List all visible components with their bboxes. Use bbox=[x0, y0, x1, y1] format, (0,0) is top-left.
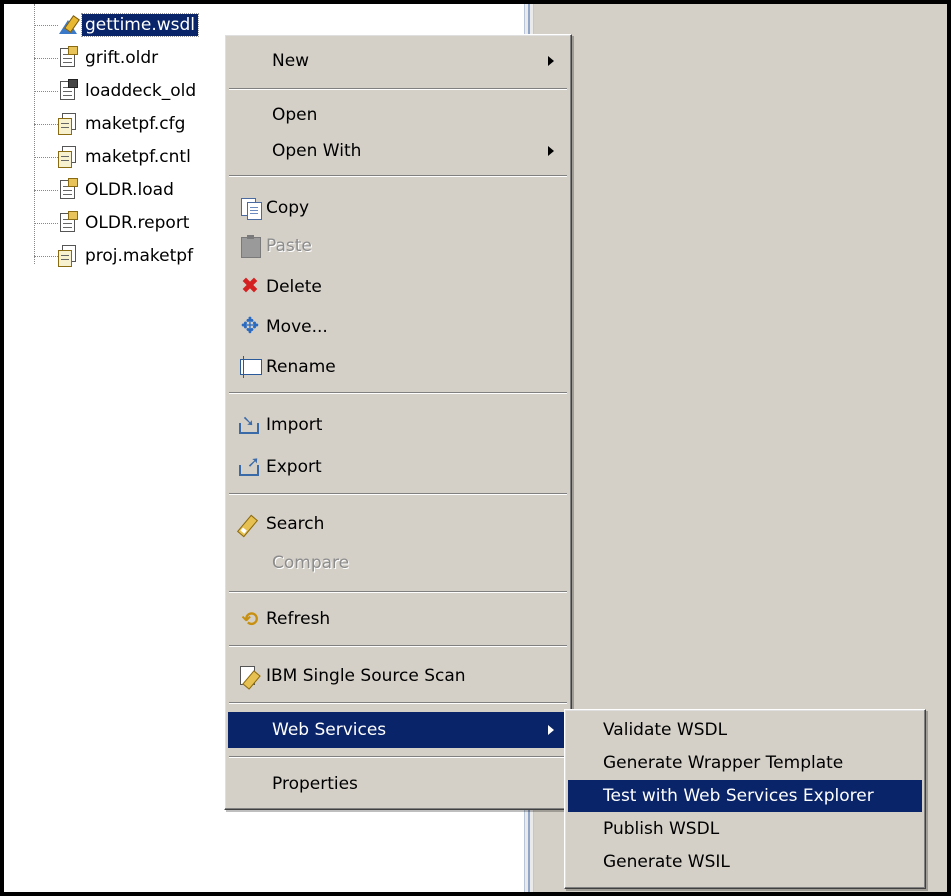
menu-item-search[interactable]: Search bbox=[228, 506, 568, 542]
submenu-item-label: Generate WSIL bbox=[603, 852, 730, 872]
tree-item-label: proj.maketpf bbox=[85, 246, 194, 266]
menu-separator bbox=[229, 493, 567, 495]
menu-item-label: IBM Single Source Scan bbox=[266, 666, 466, 686]
menu-item-compare[interactable]: Compare bbox=[228, 545, 568, 581]
tree-item-label: maketpf.cntl bbox=[85, 147, 191, 167]
config-file-icon bbox=[58, 245, 78, 267]
menu-item-refresh[interactable]: ⟲ Refresh bbox=[228, 601, 568, 637]
tree-item-label: grift.oldr bbox=[85, 48, 159, 68]
paste-icon bbox=[238, 235, 262, 258]
source-scan-icon bbox=[238, 665, 262, 690]
submenu-arrow-icon bbox=[548, 146, 554, 156]
tree-item-proj-maketpf[interactable]: proj.maketpf bbox=[34, 241, 196, 271]
document-file-icon bbox=[58, 46, 78, 69]
submenu-item-validate-wsdl[interactable]: Validate WSDL bbox=[568, 714, 922, 746]
submenu-item-generate-wrapper-template[interactable]: Generate Wrapper Template bbox=[568, 747, 922, 779]
tree-item-label: OLDR.load bbox=[85, 180, 174, 200]
submenu-item-test-with-web-services-explorer[interactable]: Test with Web Services Explorer bbox=[568, 780, 922, 812]
context-menu: New Open Open With Copy Paste ✖ Delete ✥… bbox=[224, 34, 572, 810]
menu-item-web-services[interactable]: Web Services bbox=[228, 712, 568, 748]
menu-item-ibm-single-source-scan[interactable]: IBM Single Source Scan bbox=[228, 658, 568, 694]
submenu-item-publish-wsdl[interactable]: Publish WSDL bbox=[568, 813, 922, 845]
tree-item-oldr-load[interactable]: OLDR.load bbox=[34, 175, 177, 205]
menu-separator bbox=[229, 175, 567, 177]
web-services-submenu: Validate WSDL Generate Wrapper Template … bbox=[564, 709, 926, 889]
menu-item-paste[interactable]: Paste bbox=[228, 228, 568, 264]
menu-item-label: Web Services bbox=[272, 720, 387, 740]
config-file-icon bbox=[58, 113, 78, 135]
delete-icon: ✖ bbox=[240, 274, 260, 299]
document-file-icon bbox=[58, 211, 78, 234]
config-file-icon bbox=[58, 146, 78, 168]
submenu-arrow-icon bbox=[548, 725, 554, 735]
submenu-item-generate-wsil[interactable]: Generate WSIL bbox=[568, 846, 922, 878]
menu-separator bbox=[229, 756, 567, 758]
menu-separator bbox=[229, 392, 567, 394]
import-icon: ➘ bbox=[238, 414, 262, 436]
submenu-item-label: Generate Wrapper Template bbox=[603, 753, 844, 773]
tree-item-label: OLDR.report bbox=[85, 213, 190, 233]
menu-item-new[interactable]: New bbox=[228, 43, 568, 79]
menu-item-open-with[interactable]: Open With bbox=[228, 133, 568, 169]
tree-item-gettime-wsdl[interactable]: gettime.wsdl bbox=[34, 10, 200, 40]
tree-item-maketpf-cntl[interactable]: maketpf.cntl bbox=[34, 142, 194, 172]
tree-item-loaddeck-old[interactable]: loaddeck_old bbox=[34, 76, 199, 106]
menu-item-label: Open With bbox=[272, 141, 362, 161]
menu-item-import[interactable]: ➘ Import bbox=[228, 407, 568, 443]
menu-item-label: Paste bbox=[266, 236, 312, 256]
document-file-icon bbox=[58, 79, 78, 102]
menu-item-label: Refresh bbox=[266, 609, 331, 629]
refresh-icon: ⟲ bbox=[241, 607, 259, 631]
menu-separator bbox=[229, 645, 567, 647]
menu-item-label: Move... bbox=[266, 317, 328, 337]
menu-item-export[interactable]: ➚ Export bbox=[228, 449, 568, 485]
menu-item-label: Delete bbox=[266, 277, 322, 297]
submenu-item-label: Publish WSDL bbox=[603, 819, 720, 839]
search-icon bbox=[236, 513, 262, 538]
menu-item-label: Properties bbox=[272, 774, 358, 794]
menu-item-label: Import bbox=[266, 415, 323, 435]
rename-icon bbox=[238, 356, 262, 378]
submenu-item-label: Validate WSDL bbox=[603, 720, 728, 740]
menu-item-move[interactable]: ✥ Move... bbox=[228, 309, 568, 345]
tree-item-oldr-report[interactable]: OLDR.report bbox=[34, 208, 192, 238]
tree-item-label: gettime.wsdl bbox=[80, 13, 200, 37]
menu-item-rename[interactable]: Rename bbox=[228, 349, 568, 385]
menu-separator bbox=[229, 88, 567, 90]
move-icon: ✥ bbox=[240, 314, 260, 339]
menu-item-label: Open bbox=[272, 105, 318, 125]
tree-item-label: maketpf.cfg bbox=[85, 114, 186, 134]
menu-item-label: Rename bbox=[266, 357, 336, 377]
menu-item-copy[interactable]: Copy bbox=[228, 190, 568, 226]
workbench-window: gettime.wsdl grift.oldr loaddeck_old mak… bbox=[0, 0, 951, 896]
menu-item-delete[interactable]: ✖ Delete bbox=[228, 269, 568, 305]
tree-item-maketpf-cfg[interactable]: maketpf.cfg bbox=[34, 109, 188, 139]
tree-item-grift-oldr[interactable]: grift.oldr bbox=[34, 43, 161, 73]
menu-item-label: New bbox=[272, 51, 310, 71]
document-file-icon bbox=[58, 178, 78, 201]
menu-separator bbox=[229, 702, 567, 704]
menu-item-label: Search bbox=[266, 514, 325, 534]
menu-item-label: Copy bbox=[266, 198, 310, 218]
menu-item-label: Compare bbox=[272, 553, 350, 573]
submenu-arrow-icon bbox=[548, 56, 554, 66]
menu-item-label: Export bbox=[266, 457, 322, 477]
tree-item-label: loaddeck_old bbox=[85, 81, 197, 101]
menu-item-open[interactable]: Open bbox=[228, 97, 568, 133]
submenu-item-label: Test with Web Services Explorer bbox=[603, 786, 874, 806]
export-icon: ➚ bbox=[238, 455, 262, 478]
copy-icon bbox=[238, 197, 262, 220]
menu-separator bbox=[229, 591, 567, 593]
wsdl-file-icon bbox=[58, 14, 80, 36]
menu-item-properties[interactable]: Properties bbox=[228, 766, 568, 802]
